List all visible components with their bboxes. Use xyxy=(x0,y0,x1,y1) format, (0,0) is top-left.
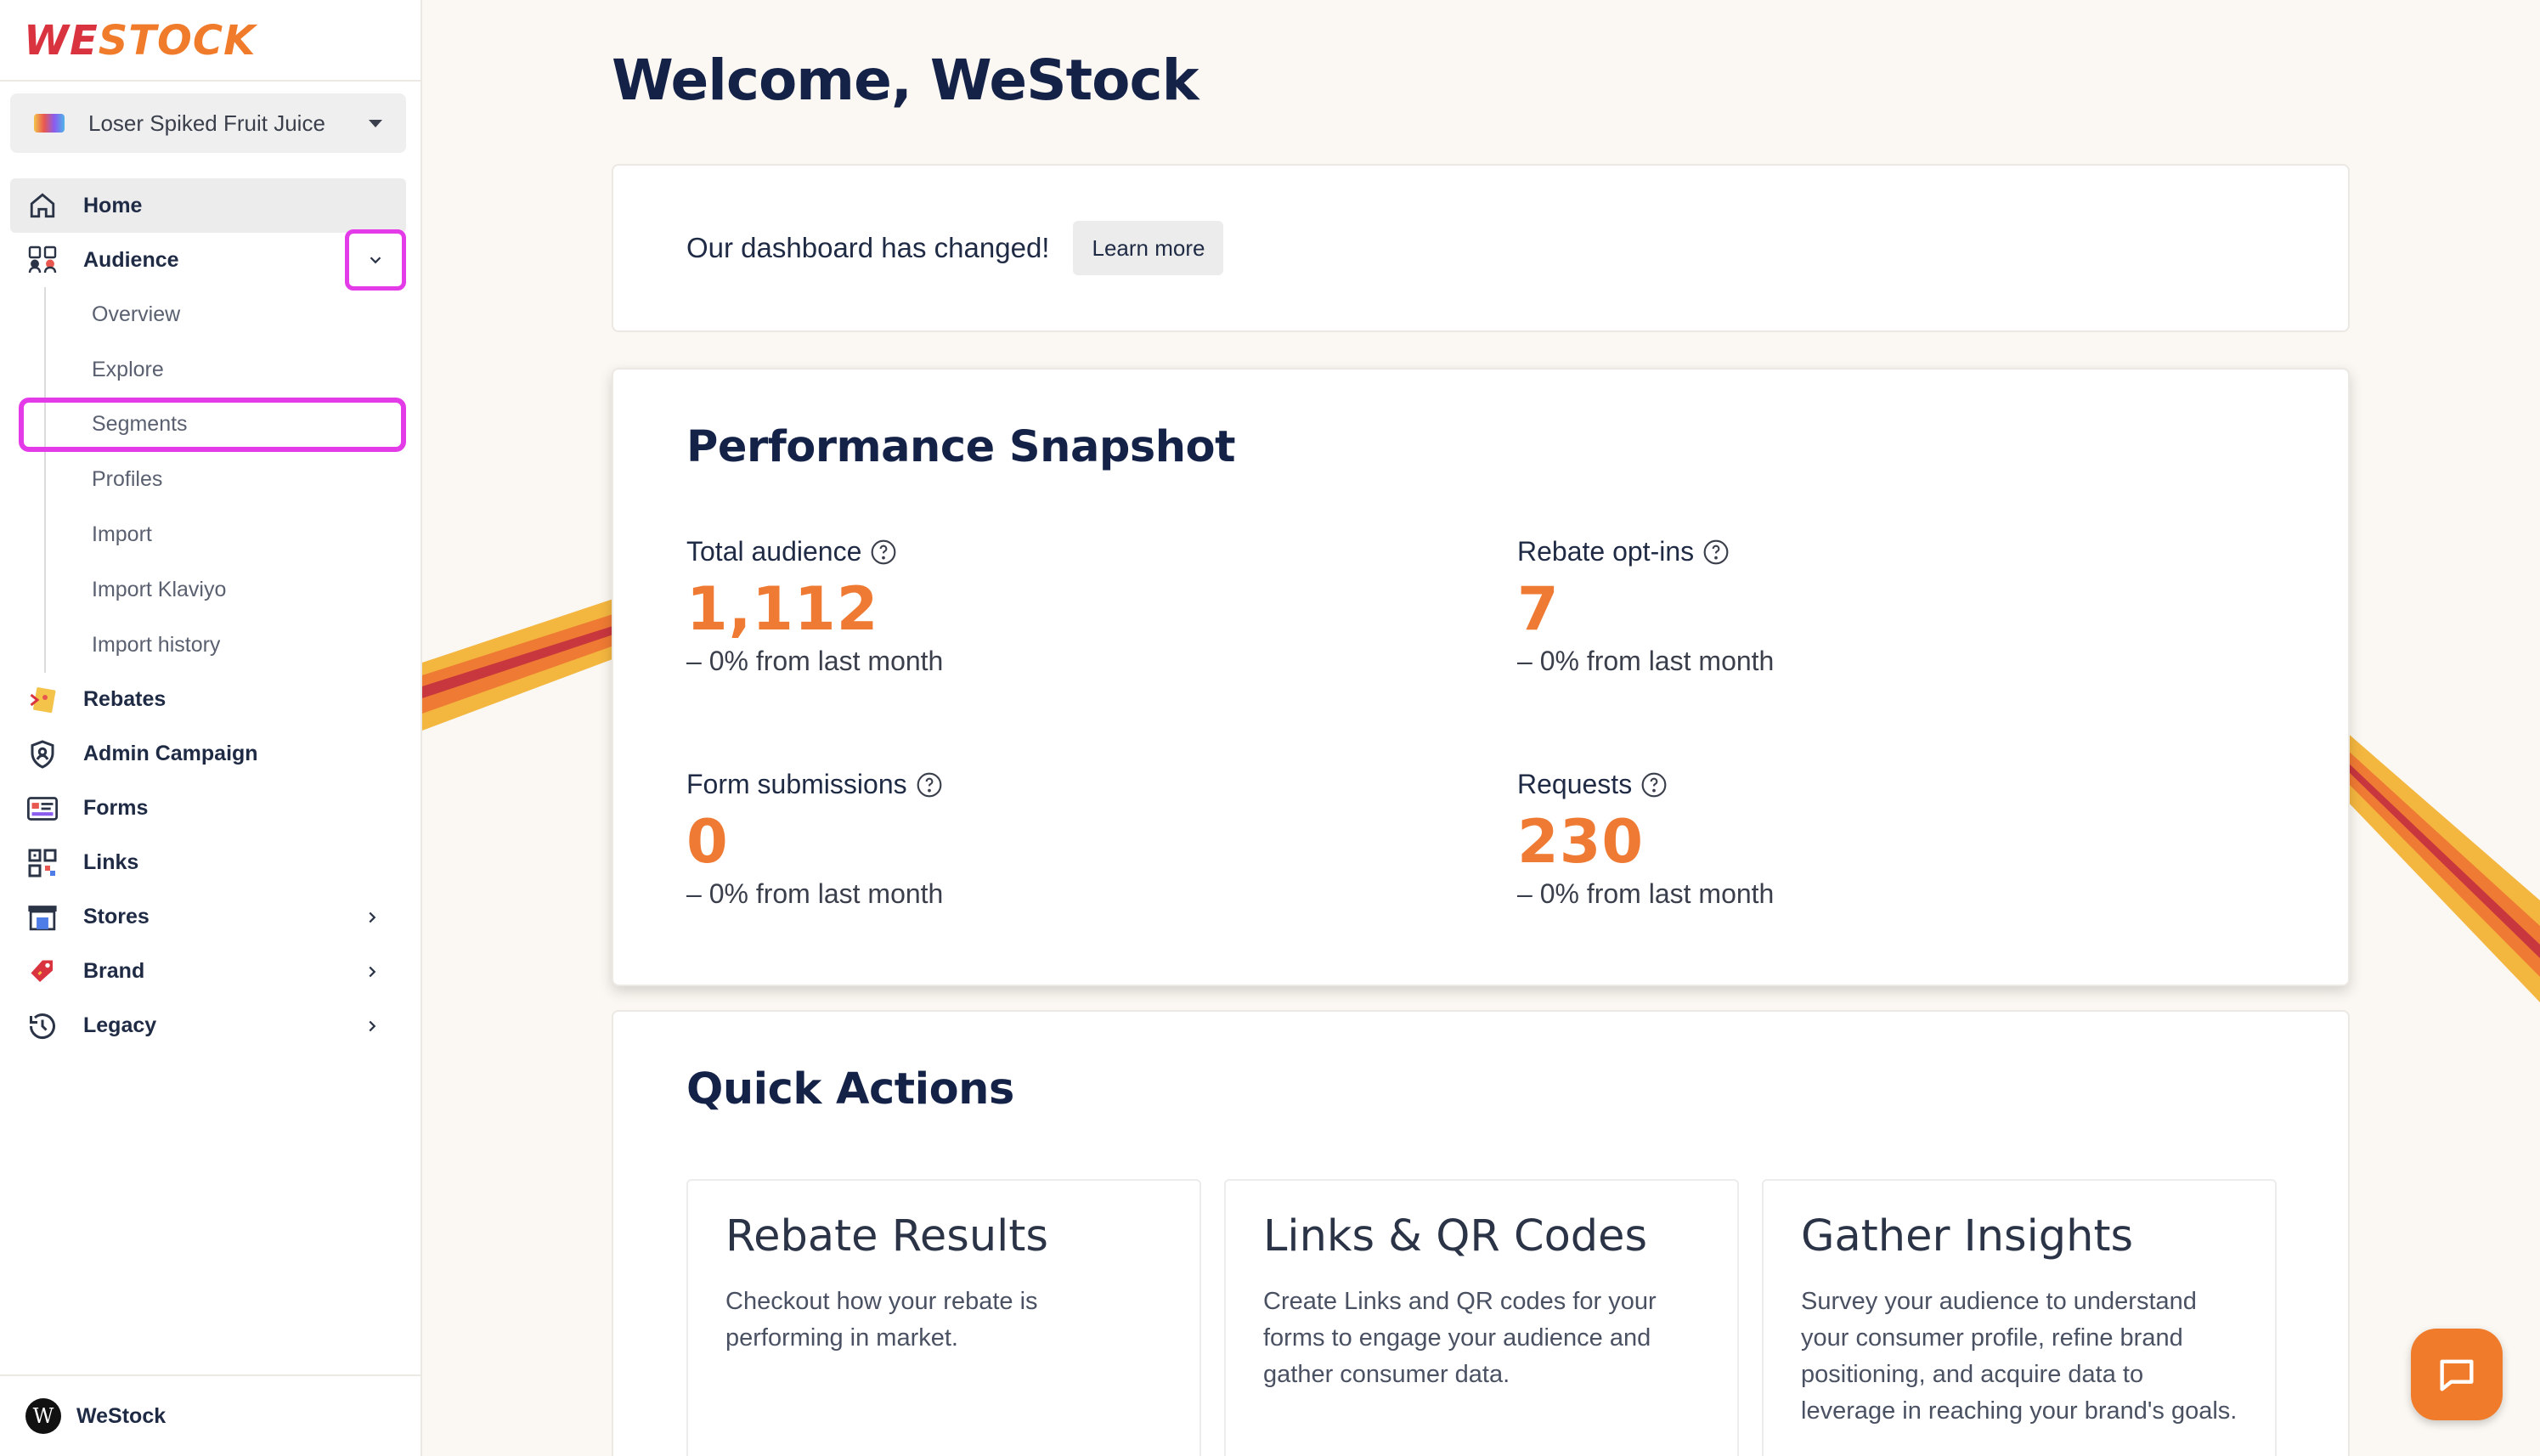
sidebar-item-home[interactable]: Home xyxy=(10,178,406,233)
sidebar-item-admin-campaign[interactable]: Admin Campaign xyxy=(10,727,406,782)
metric-delta: – 0% from last month xyxy=(686,878,944,909)
sidebar-subitem-import[interactable]: Import xyxy=(46,507,406,562)
help-icon[interactable] xyxy=(870,539,897,566)
user-account[interactable]: W WeStock xyxy=(0,1374,422,1456)
metric-delta: – 0% from last month xyxy=(1517,878,1775,909)
metric-form-submissions: Form submissions 0 – 0% from last month xyxy=(686,769,1451,910)
quick-action-title: Links & QR Codes xyxy=(1263,1211,1648,1261)
learn-more-button[interactable]: Learn more xyxy=(1073,221,1224,275)
quick-action-links-qr[interactable]: Links & QR Codes Create Links and QR cod… xyxy=(1224,1179,1739,1456)
westock-logo[interactable]: WESTOCK xyxy=(24,17,256,65)
sidebar-item-forms[interactable]: Forms xyxy=(10,782,406,836)
sidebar-item-label: Forms xyxy=(83,796,149,821)
caret-down-icon xyxy=(369,119,382,127)
rebates-icon xyxy=(27,685,58,715)
sidebar-item-label: Home xyxy=(83,193,143,217)
brand-selector-label: Loser Spiked Fruit Juice xyxy=(88,110,325,136)
quick-action-gather-insights[interactable]: Gather Insights Survey your audience to … xyxy=(1762,1179,2277,1456)
store-icon xyxy=(27,902,58,933)
quick-actions-card: Quick Actions Rebate Results Checkout ho… xyxy=(612,1010,2350,1456)
metric-label: Rebate opt-ins xyxy=(1517,536,1695,567)
sidebar-item-brand[interactable]: Brand xyxy=(10,945,406,999)
avatar: W xyxy=(25,1398,61,1434)
divider xyxy=(0,80,422,82)
history-icon xyxy=(27,1011,58,1041)
sidebar-item-stores[interactable]: Stores xyxy=(10,890,406,945)
sidebar-item-label: Brand xyxy=(83,959,145,984)
qr-icon xyxy=(27,848,58,878)
sidebar-subitem-import-klaviyo[interactable]: Import Klaviyo xyxy=(46,562,406,618)
metric-value: 7 xyxy=(1517,574,1560,644)
quick-action-description: Survey your audience to understand your … xyxy=(1801,1288,2238,1425)
performance-snapshot-card: Performance Snapshot Total audience 1,11… xyxy=(612,368,2350,986)
metric-value: 230 xyxy=(1517,807,1645,877)
metric-delta: – 0% from last month xyxy=(686,646,944,676)
sidebar-item-rebates[interactable]: Rebates xyxy=(10,673,406,727)
sidebar-nav: Home Audience Overview Explore Segments … xyxy=(10,178,406,1053)
quick-action-title: Rebate Results xyxy=(725,1211,1048,1261)
help-icon[interactable] xyxy=(1640,771,1668,799)
decorative-stripe-left xyxy=(422,595,626,731)
chevron-right-icon[interactable] xyxy=(355,900,389,934)
forms-icon xyxy=(27,793,58,824)
audience-icon xyxy=(27,245,58,275)
announcement-banner: Our dashboard has changed! Learn more xyxy=(612,164,2350,332)
sidebar-item-audience[interactable]: Audience xyxy=(10,229,406,291)
metric-label: Total audience xyxy=(686,536,862,567)
decorative-stripe-right xyxy=(2345,731,2540,1002)
sidebar-subitem-overview[interactable]: Overview xyxy=(46,287,406,342)
sidebar: WESTOCK Loser Spiked Fruit Juice Home Au… xyxy=(0,0,422,1456)
quick-action-rebate-results[interactable]: Rebate Results Checkout how your rebate … xyxy=(686,1179,1201,1456)
page-title: Welcome, WeStock xyxy=(612,48,1199,113)
chevron-down-icon[interactable] xyxy=(345,229,406,291)
metric-value: 1,112 xyxy=(686,574,879,644)
quick-action-title: Gather Insights xyxy=(1801,1211,2134,1261)
logo-stock: STOCK xyxy=(98,17,257,65)
user-name: WeStock xyxy=(76,1403,167,1428)
help-icon[interactable] xyxy=(916,771,943,799)
brand-thumbnail xyxy=(34,114,65,133)
sidebar-subitem-explore[interactable]: Explore xyxy=(46,342,406,398)
chevron-right-icon[interactable] xyxy=(355,955,389,989)
metric-total-audience: Total audience 1,112 – 0% from last mont… xyxy=(686,536,1451,677)
home-icon xyxy=(27,190,58,221)
section-title: Quick Actions xyxy=(686,1064,1014,1115)
help-icon[interactable] xyxy=(1702,539,1730,566)
sidebar-subitem-profiles[interactable]: Profiles xyxy=(46,452,406,507)
logo-we: WE xyxy=(24,17,99,65)
quick-action-description: Create Links and QR codes for your forms… xyxy=(1263,1288,1657,1388)
chat-bubble-icon xyxy=(2440,1359,2474,1391)
sidebar-item-label: Legacy xyxy=(83,1013,157,1038)
sidebar-item-label: Rebates xyxy=(83,687,167,712)
chat-support-button[interactable] xyxy=(2411,1329,2503,1420)
metric-delta: – 0% from last month xyxy=(1517,646,1775,676)
sidebar-item-legacy[interactable]: Legacy xyxy=(10,999,406,1053)
sidebar-item-links[interactable]: Links xyxy=(10,836,406,890)
tag-icon xyxy=(27,957,58,987)
audience-submenu: Overview Explore Segments Profiles Impor… xyxy=(19,287,406,673)
chevron-right-icon[interactable] xyxy=(355,1009,389,1043)
sidebar-item-label: Admin Campaign xyxy=(83,742,258,766)
banner-text: Our dashboard has changed! xyxy=(686,232,1050,263)
metric-rebate-opt-ins: Rebate opt-ins 7 – 0% from last month xyxy=(1517,536,2282,677)
shield-icon xyxy=(27,739,58,770)
metric-value: 0 xyxy=(686,807,729,877)
metric-label: Requests xyxy=(1517,769,1633,799)
sidebar-subitem-segments[interactable]: Segments xyxy=(19,397,406,453)
metric-label: Form submissions xyxy=(686,769,907,799)
brand-selector[interactable]: Loser Spiked Fruit Juice xyxy=(10,93,406,153)
metric-requests: Requests 230 – 0% from last month xyxy=(1517,769,2282,910)
sidebar-subitem-import-history[interactable]: Import history xyxy=(46,618,406,673)
sidebar-item-label: Stores xyxy=(83,905,150,929)
quick-action-description: Checkout how your rebate is performing i… xyxy=(725,1288,1038,1352)
section-title: Performance Snapshot xyxy=(686,422,1235,472)
sidebar-item-label: Links xyxy=(83,850,139,875)
